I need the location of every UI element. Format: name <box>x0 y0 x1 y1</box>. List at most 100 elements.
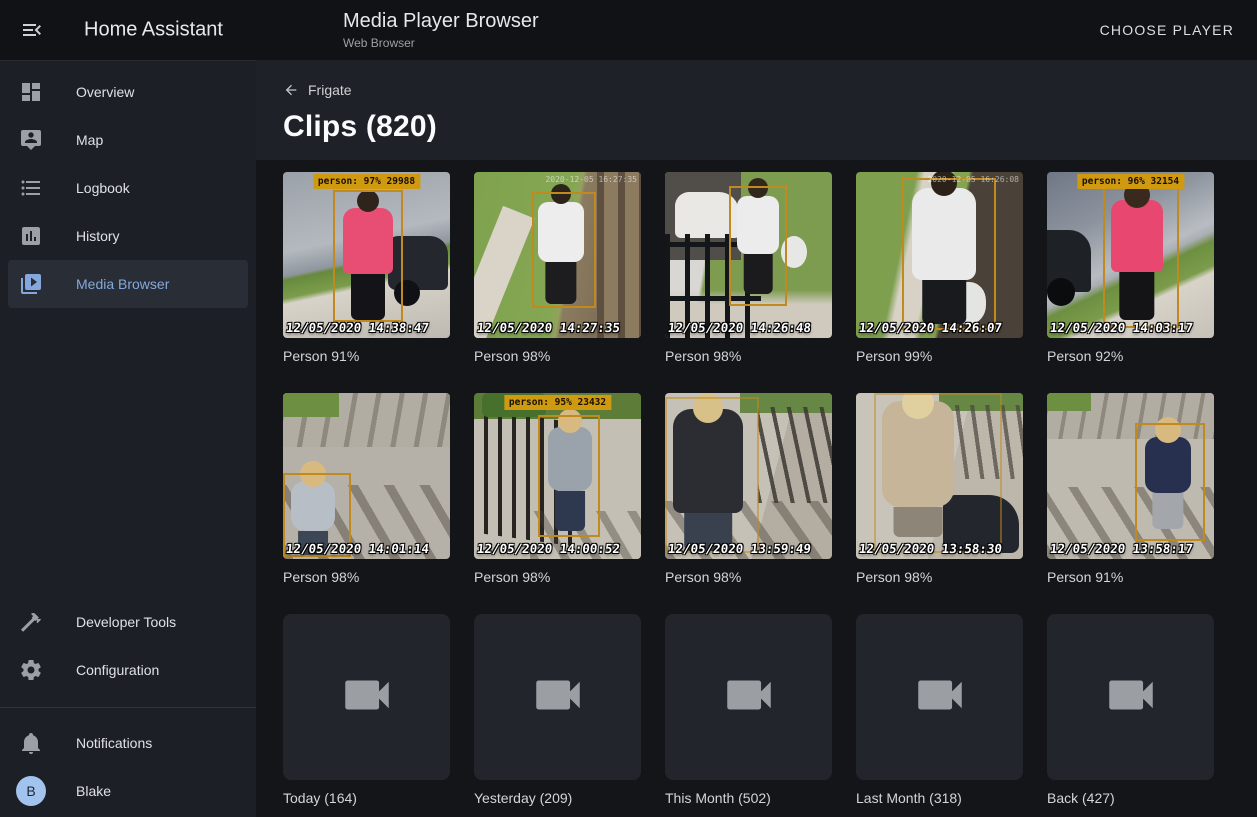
clip-timestamp-overlay: 12/05/2020 13:58:30 <box>858 541 1003 556</box>
clip-caption: Person 92% <box>1047 347 1214 365</box>
clip-card[interactable]: 12/05/2020 13:58:30 Person 98% <box>856 393 1023 586</box>
list-bulleted-icon <box>19 176 43 200</box>
media-grid: person: 97% 29988 12/05/2020 14:38:47 Pe… <box>283 172 1233 807</box>
folder-thumbnail <box>665 614 832 780</box>
clip-timestamp-overlay: 12/05/2020 14:27:35 <box>476 320 621 335</box>
account-tooltip-icon <box>19 128 43 152</box>
media-folder-card-this-month[interactable]: This Month (502) <box>665 614 832 807</box>
clip-thumbnail: 12/05/2020 13:59:49 <box>665 393 832 559</box>
person-bounding-box <box>729 186 787 306</box>
video-camera-icon <box>529 666 587 729</box>
page-title: Clips (820) <box>283 110 1257 144</box>
detection-label-chip: person: 97% 29988 <box>313 174 420 189</box>
media-folder-card-last-month[interactable]: Last Month (318) <box>856 614 1023 807</box>
media-folder-card-yesterday[interactable]: Yesterday (209) <box>474 614 641 807</box>
app-title: Home Assistant <box>84 19 223 42</box>
clip-timestamp-overlay: 12/05/2020 14:01:14 <box>285 541 430 556</box>
sidebar-item-label: Overview <box>76 84 134 100</box>
scene-prop-sidewalk <box>474 206 535 338</box>
sidebar-item-configuration[interactable]: Configuration <box>8 646 248 694</box>
sidebar-item-label: Configuration <box>76 662 159 678</box>
folder-thumbnail <box>856 614 1023 780</box>
camera-timestamp-overlay: 2020-12-05 16:26:08 <box>927 175 1019 184</box>
clip-timestamp-overlay: 12/05/2020 14:00:52 <box>476 541 621 556</box>
person-bounding-box <box>532 192 596 308</box>
clip-thumbnail: 12/05/2020 13:58:30 <box>856 393 1023 559</box>
clip-thumbnail: 2020-12-05 16:27:35 12/05/2020 14:27:35 <box>474 172 641 338</box>
clip-caption: Person 91% <box>1047 568 1214 586</box>
sidebar-item-developer-tools[interactable]: Developer Tools <box>8 598 248 646</box>
clip-card[interactable]: 12/05/2020 14:01:14 Person 98% <box>283 393 450 586</box>
clip-caption: Person 98% <box>474 568 641 586</box>
clip-thumbnail: person: 96% 32154 12/05/2020 14:03:17 <box>1047 172 1214 338</box>
person-bounding-box <box>902 178 996 330</box>
sidebar-item-label: Notifications <box>76 735 152 751</box>
sidebar-item-map[interactable]: Map <box>8 116 248 164</box>
clip-timestamp-overlay: 12/05/2020 14:03:17 <box>1049 320 1194 335</box>
sidebar-item-label: History <box>76 228 120 244</box>
person-bounding-box <box>1135 423 1205 541</box>
person-bounding-box <box>874 393 1002 553</box>
scene-prop-grass <box>283 393 339 417</box>
clip-thumbnail: person: 95% 23432 12/05/2020 14:00:52 <box>474 393 641 559</box>
sidebar-item-logbook[interactable]: Logbook <box>8 164 248 212</box>
clip-caption: Person 91% <box>283 347 450 365</box>
clip-thumbnail: person: 97% 29988 12/05/2020 14:38:47 <box>283 172 450 338</box>
folder-thumbnail <box>1047 614 1214 780</box>
clip-card[interactable]: 12/05/2020 14:26:48 Person 98% <box>665 172 832 365</box>
media-grid-scroll-area[interactable]: person: 97% 29988 12/05/2020 14:38:47 Pe… <box>256 160 1257 817</box>
clip-card[interactable]: person: 95% 23432 12/05/2020 14:00:52 Pe… <box>474 393 641 586</box>
folder-caption: Last Month (318) <box>856 789 1023 807</box>
sidebar-item-notifications[interactable]: Notifications <box>8 719 248 767</box>
sidebar-toggle-button[interactable] <box>20 18 44 42</box>
clip-card[interactable]: 12/05/2020 13:59:49 Person 98% <box>665 393 832 586</box>
media-folder-card-today[interactable]: Today (164) <box>283 614 450 807</box>
media-folder-card-back[interactable]: Back (427) <box>1047 614 1214 807</box>
clip-card[interactable]: 2020-12-05 16:26:08 12/05/2020 14:26:07 … <box>856 172 1023 365</box>
folder-thumbnail <box>474 614 641 780</box>
sidebar-item-media-browser[interactable]: Media Browser <box>8 260 248 308</box>
detection-label-chip: person: 95% 23432 <box>504 395 611 410</box>
clip-timestamp-overlay: 12/05/2020 14:26:48 <box>667 320 812 335</box>
clip-card[interactable]: person: 97% 29988 12/05/2020 14:38:47 Pe… <box>283 172 450 365</box>
clip-thumbnail: 12/05/2020 14:01:14 <box>283 393 450 559</box>
breadcrumb-back-frigate[interactable]: Frigate <box>283 82 352 98</box>
camera-timestamp-overlay: 2020-12-05 16:27:35 <box>545 175 637 184</box>
sidebar-item-label: Map <box>76 132 103 148</box>
clip-card[interactable]: 12/05/2020 13:58:17 Person 91% <box>1047 393 1214 586</box>
clip-caption: Person 98% <box>665 347 832 365</box>
breadcrumb-label: Frigate <box>308 82 352 98</box>
person-bounding-box <box>538 415 600 537</box>
gear-icon <box>19 658 43 682</box>
bell-icon <box>19 731 43 755</box>
detection-label-chip: person: 96% 32154 <box>1077 174 1184 189</box>
folder-caption: This Month (502) <box>665 789 832 807</box>
clip-timestamp-overlay: 12/05/2020 13:58:17 <box>1049 541 1194 556</box>
panel-subtitle: Web Browser <box>343 36 539 50</box>
sidebar-item-overview[interactable]: Overview <box>8 68 248 116</box>
clip-card[interactable]: person: 96% 32154 12/05/2020 14:03:17 Pe… <box>1047 172 1214 365</box>
choose-player-button[interactable]: CHOOSE PLAYER <box>1098 14 1236 46</box>
sidebar-item-profile[interactable]: B Blake <box>8 767 248 815</box>
sidebar: Overview Map Logbook History Media Brows… <box>0 60 256 817</box>
clip-timestamp-overlay: 12/05/2020 14:38:47 <box>285 320 430 335</box>
sidebar-divider <box>0 707 256 708</box>
sidebar-item-label: Logbook <box>76 180 130 196</box>
sidebar-nav-list: Overview Map Logbook History Media Brows… <box>0 61 256 308</box>
view-dashboard-icon <box>19 80 43 104</box>
video-camera-icon <box>911 666 969 729</box>
folder-caption: Today (164) <box>283 789 450 807</box>
folder-caption: Yesterday (209) <box>474 789 641 807</box>
folder-caption: Back (427) <box>1047 789 1214 807</box>
person-bounding-box <box>665 397 759 553</box>
media-browser-panel: Frigate Clips (820) person: 97% 29988 12… <box>256 60 1257 817</box>
clip-card[interactable]: 2020-12-05 16:27:35 12/05/2020 14:27:35 … <box>474 172 641 365</box>
user-avatar: B <box>16 776 46 806</box>
video-camera-icon <box>720 666 778 729</box>
sidebar-item-history[interactable]: History <box>8 212 248 260</box>
menu-open-icon <box>20 29 44 46</box>
clip-caption: Person 98% <box>856 568 1023 586</box>
clip-caption: Person 99% <box>856 347 1023 365</box>
clip-timestamp-overlay: 12/05/2020 14:26:07 <box>858 320 1003 335</box>
chart-box-icon <box>19 224 43 248</box>
